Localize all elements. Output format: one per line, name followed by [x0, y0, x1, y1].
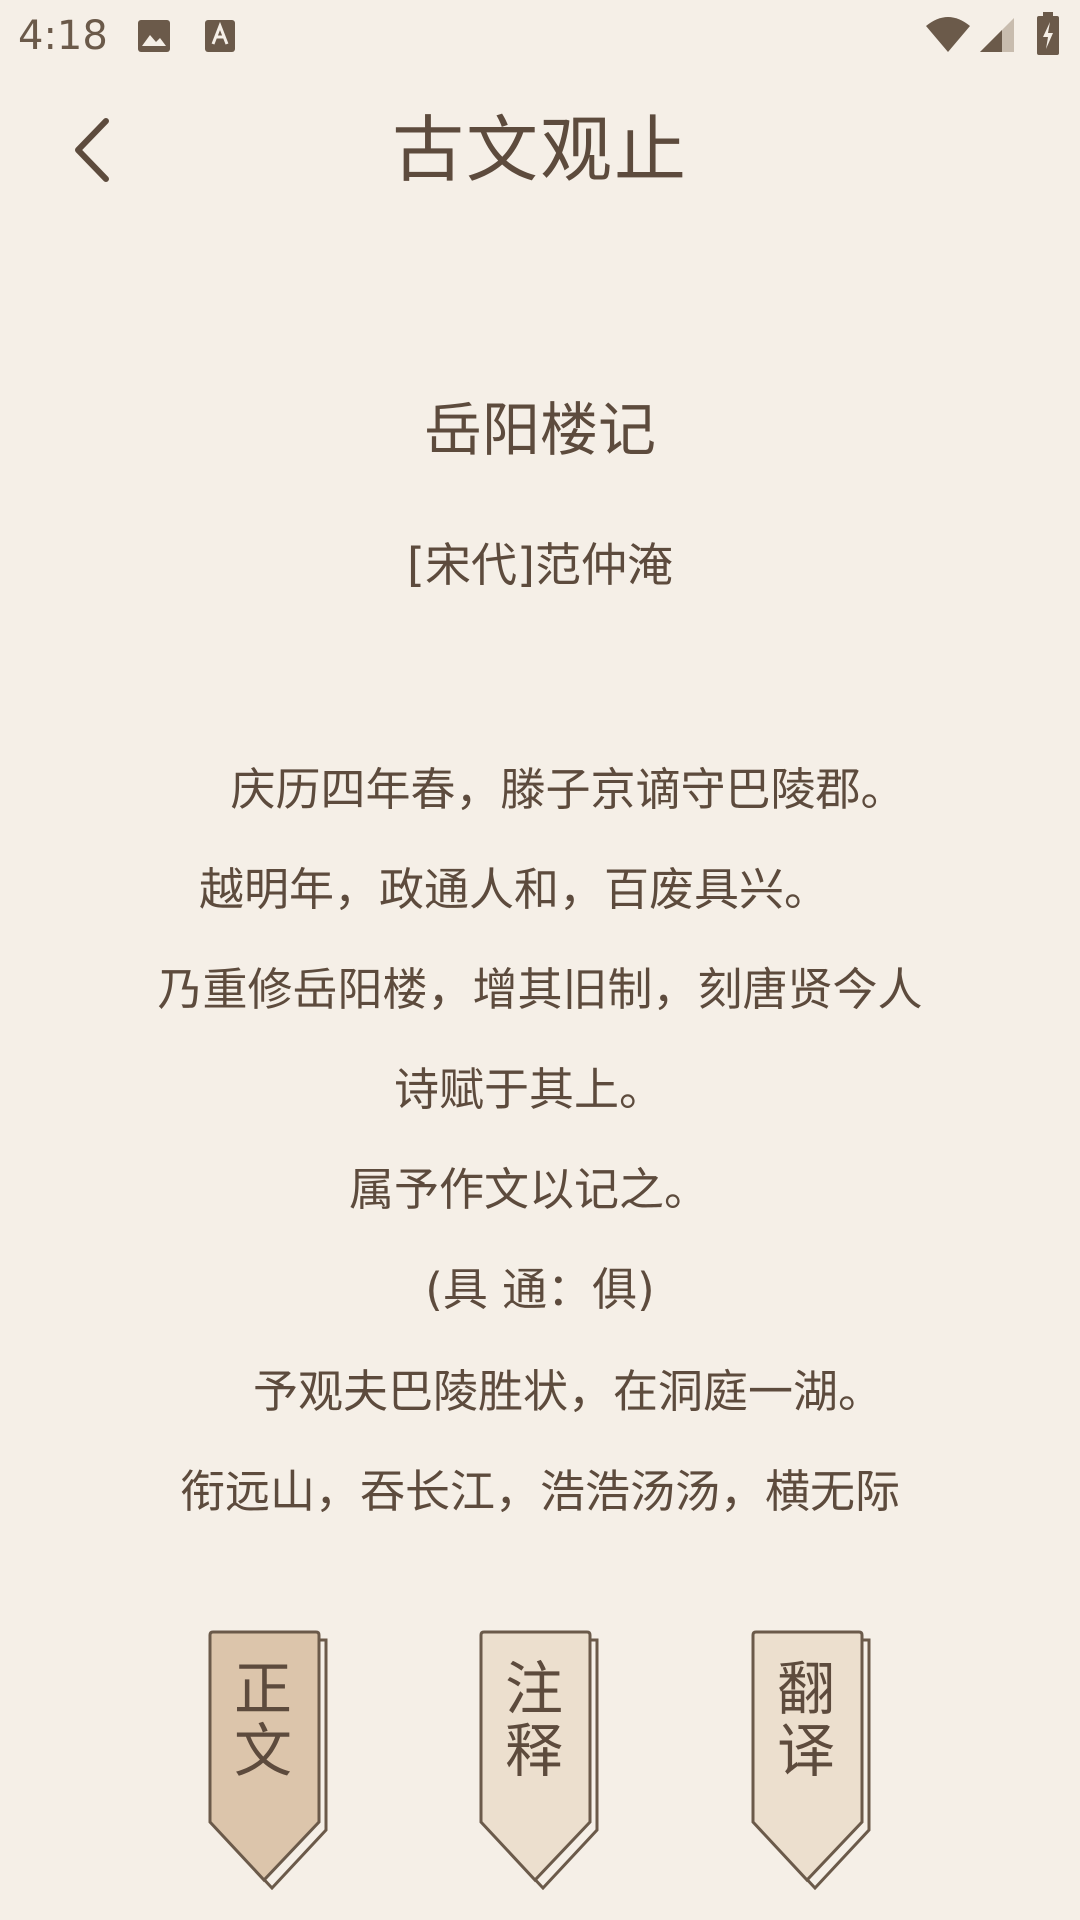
text-line: 衔远山，吞长江，浩浩汤汤，横无际: [179, 1465, 900, 1518]
wifi-icon: [924, 16, 972, 58]
bottom-tabs: 正 文 注 释 翻 译: [0, 1630, 1080, 1920]
tab-label-char: 翻: [776, 1655, 835, 1723]
image-icon: [136, 18, 172, 58]
poem-author: [宋代]范仲淹: [407, 538, 673, 592]
text-line: 属予作文以记之。: [348, 1163, 709, 1216]
font-a-icon: [204, 18, 236, 58]
page-title: 古文观止: [391, 108, 688, 192]
chevron-left-icon: [75, 118, 109, 182]
text-line: 诗赋于其上。: [393, 1063, 664, 1116]
status-bar: 4:18: [0, 0, 1080, 72]
tab-label-char: 注: [504, 1655, 563, 1723]
text-line: 乃重修岳阳楼，增其旧制，刻唐贤今人: [157, 963, 923, 1016]
signal-icon: [978, 16, 1016, 58]
tab-main-text[interactable]: 正 文: [208, 1630, 348, 1890]
battery-charging-icon: [1036, 12, 1060, 60]
tab-label-char: 译: [776, 1717, 835, 1785]
text-line: 庆历四年春，滕子京谪守巴陵郡。: [230, 763, 906, 816]
text-line: 予观夫巴陵胜状，在洞庭一湖。: [252, 1365, 883, 1418]
text-line: 越明年，政通人和，百废具兴。: [198, 863, 829, 916]
poem-title: 岳阳楼记: [423, 396, 656, 464]
tab-label-char: 释: [504, 1717, 563, 1785]
tab-label-char: 文: [233, 1717, 292, 1785]
tab-label-char: 正: [233, 1655, 292, 1723]
status-time: 4:18: [18, 13, 108, 59]
app-header: 古文观止: [0, 90, 1080, 210]
back-button[interactable]: [62, 110, 122, 190]
tab-translation[interactable]: 翻 译: [751, 1630, 891, 1890]
text-line: (具 通：俱): [425, 1263, 655, 1316]
tab-annotation[interactable]: 注 释: [479, 1630, 619, 1890]
